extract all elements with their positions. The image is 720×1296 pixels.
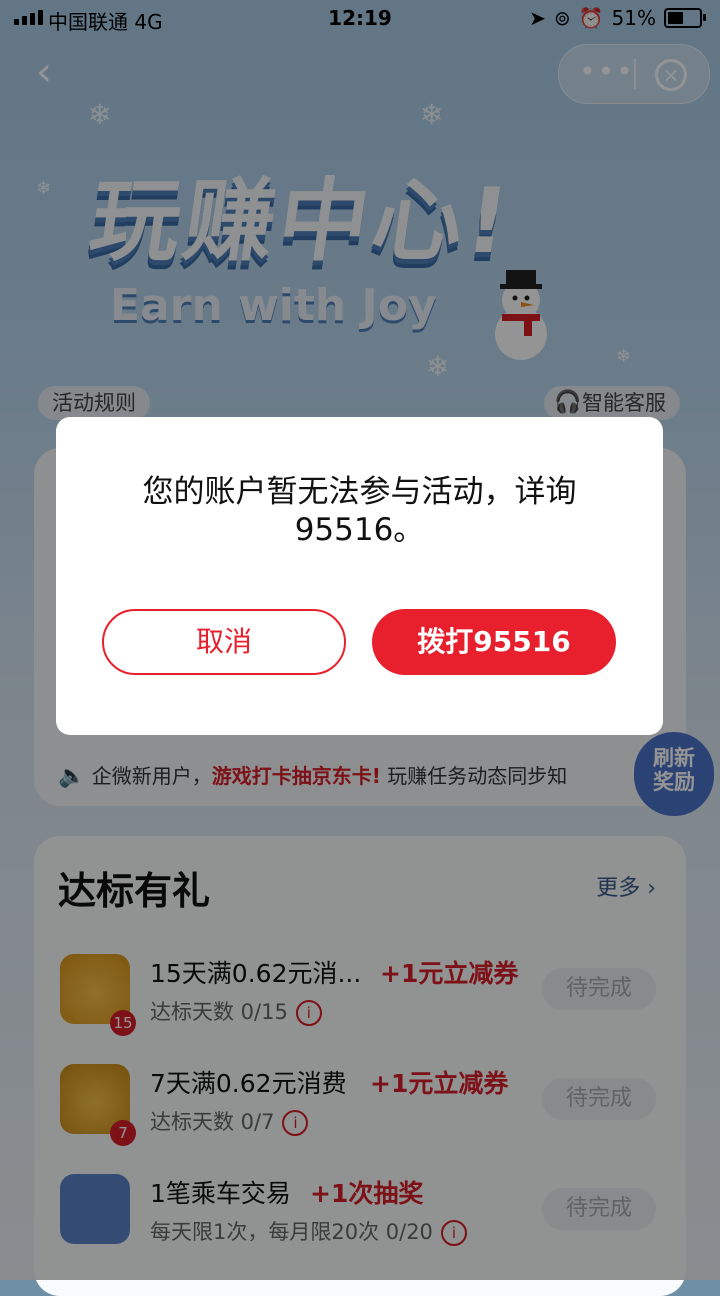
alert-dialog: 您的账户暂无法参与活动，详询95516。 取消 拨打95516 [56,417,663,735]
dialog-message: 您的账户暂无法参与活动，详询95516。 [142,474,577,548]
call-button[interactable]: 拨打95516 [372,609,616,675]
cancel-button[interactable]: 取消 [102,609,346,675]
